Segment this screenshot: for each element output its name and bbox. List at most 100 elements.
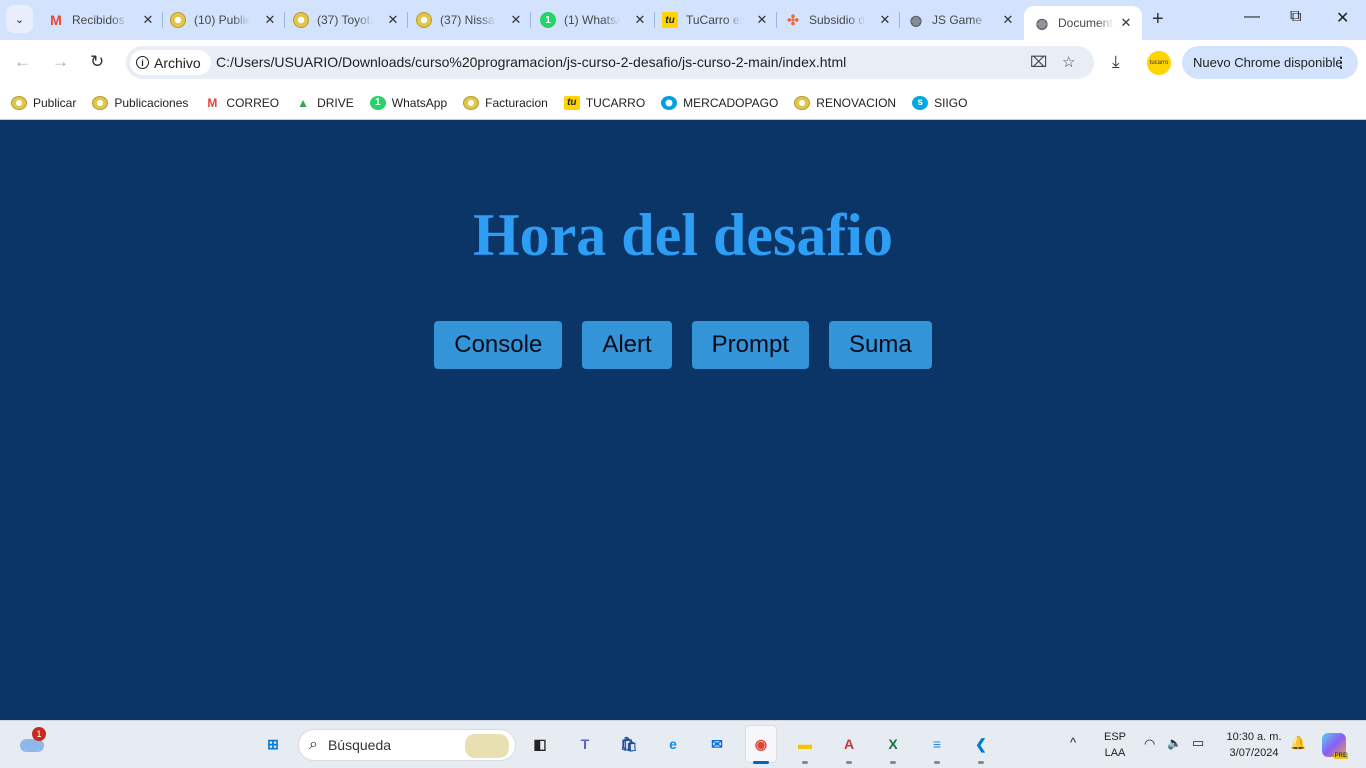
console-button[interactable]: Console	[434, 321, 563, 369]
tab-close-icon[interactable]: ✕	[754, 12, 770, 28]
store-taskbar-icon[interactable]: 🛍	[616, 731, 642, 757]
suma-button[interactable]: Suma	[829, 321, 932, 369]
tab-close-icon[interactable]: ✕	[632, 12, 648, 28]
tab[interactable]: (10) Publicaciones ✕	[170, 6, 278, 34]
tab[interactable]: M Recibidos ✕	[48, 6, 156, 34]
translate-icon[interactable]: ⌧	[1030, 53, 1047, 71]
update-chrome-button[interactable]: Nuevo Chrome disponible ⋮	[1182, 46, 1358, 79]
bookmark-publicar[interactable]: Publicar	[11, 95, 76, 110]
running-indicator	[890, 761, 896, 764]
mail-taskbar-icon[interactable]: ✉	[704, 731, 730, 757]
tab[interactable]: tu TuCarro en ✕	[662, 6, 770, 34]
notification-bell-icon[interactable]: 🔔	[1290, 735, 1306, 751]
clock[interactable]: 10:30 a. m. 3/07/2024	[1222, 729, 1286, 761]
restore-button[interactable]: ⧉	[1290, 8, 1301, 26]
page-content: Hora del desafio Console Alert Prompt Su…	[0, 121, 1366, 720]
url-text[interactable]: C:/Users/USUARIO/Downloads/curso%20progr…	[216, 54, 846, 70]
site-info-chip[interactable]: i Archivo	[130, 50, 211, 75]
task-view-taskbar-icon[interactable]: ◧	[527, 731, 553, 757]
forward-button[interactable]: →	[52, 52, 69, 72]
bookmark-publicaciones[interactable]: Publicaciones	[92, 95, 188, 110]
copilot-icon[interactable]: PRE	[1322, 733, 1348, 759]
tab-title: (1) WhatsApp	[564, 13, 620, 27]
volume-icon[interactable]: 🔈	[1167, 735, 1182, 751]
bookmark-label: MERCADOPAGO	[683, 95, 779, 110]
siigo-icon: s	[912, 95, 929, 110]
bookmark-siigo[interactable]: s SIIGO	[912, 95, 967, 110]
menu-dots-icon[interactable]: ⋮	[1334, 54, 1348, 71]
bookmark-correo[interactable]: M CORREO	[204, 96, 279, 110]
tab-close-icon[interactable]: ✕	[508, 12, 524, 28]
vscode-taskbar-icon[interactable]: ❮	[968, 731, 994, 757]
start-taskbar-icon[interactable]: ⊞	[260, 731, 286, 757]
bookmark-facturacion[interactable]: Facturacion	[463, 95, 548, 110]
chevron-up-icon[interactable]: ^	[1070, 735, 1076, 751]
bookmark-label: Facturacion	[485, 95, 548, 110]
tab-close-icon[interactable]: ✕	[1000, 12, 1016, 28]
bookmark-renovacion[interactable]: RENOVACION	[794, 95, 896, 110]
weather-widget[interactable]: 1	[20, 727, 46, 753]
address-bar[interactable]: i Archivo C:/Users/USUARIO/Downloads/cur…	[126, 46, 1094, 79]
tab-separator	[654, 12, 655, 28]
wifi-icon[interactable]: ◠	[1144, 736, 1155, 752]
tab-separator	[776, 12, 777, 28]
notepad-taskbar-icon[interactable]: ≡	[924, 731, 950, 757]
bookmark-tucarro[interactable]: tu TUCARRO	[563, 95, 645, 110]
tab[interactable]: (37) Toyota ✕	[293, 6, 401, 34]
tucarro-icon: tu	[662, 12, 678, 28]
subsidio-icon: ✣	[787, 11, 799, 28]
tucarro-icon: tu	[563, 95, 580, 110]
globe-icon: ◍	[1035, 14, 1049, 31]
excel-taskbar-icon[interactable]: X	[880, 731, 906, 757]
tab-close-icon[interactable]: ✕	[385, 12, 401, 28]
tab-title: (37) Toyota	[317, 13, 373, 27]
tab-title: (37) Nissan	[440, 13, 496, 27]
bookmark-mercadopago[interactable]: MERCADOPAGO	[661, 95, 779, 110]
battery-icon[interactable]: ▭	[1192, 735, 1204, 751]
reload-button[interactable]: ↻	[90, 52, 104, 72]
page-title: Hora del desafio	[473, 202, 893, 268]
bookmark-label: DRIVE	[317, 95, 354, 110]
language-indicator[interactable]: ESP LAA	[1100, 729, 1130, 761]
new-tab-button[interactable]: +	[1152, 8, 1164, 31]
handshake-icon	[11, 95, 27, 110]
handshake-icon	[293, 12, 309, 28]
tab-active[interactable]: ◍ Document ✕	[1024, 6, 1142, 40]
teams-taskbar-icon[interactable]: T	[572, 731, 598, 757]
access-taskbar-icon[interactable]: A	[836, 731, 862, 757]
notification-badge: 1	[32, 727, 46, 741]
tab-separator	[530, 12, 531, 28]
taskbar-search[interactable]: ⌕ Búsqueda	[298, 729, 516, 761]
tab[interactable]: (37) Nissan ✕	[416, 6, 524, 34]
drive-icon: ▲	[297, 95, 310, 110]
close-window-button[interactable]: ✕	[1336, 8, 1349, 28]
tab-close-icon[interactable]: ✕	[1118, 15, 1134, 31]
edge-taskbar-icon[interactable]: e	[660, 731, 686, 757]
tab-search-button[interactable]: ⌄	[6, 5, 33, 33]
download-icon[interactable]: ⤓	[1112, 52, 1120, 72]
file-explorer-taskbar-icon[interactable]: ▬	[792, 731, 818, 757]
tab-close-icon[interactable]: ✕	[140, 12, 156, 28]
bookmark-whatsapp[interactable]: 1 WhatsApp	[369, 95, 447, 110]
prompt-button[interactable]: Prompt	[691, 321, 810, 369]
tab[interactable]: 1 (1) WhatsApp ✕	[540, 6, 648, 34]
profile-avatar[interactable]: tucarro	[1147, 51, 1171, 75]
tab-close-icon[interactable]: ✕	[262, 12, 278, 28]
tab-title: JS Game	[932, 13, 983, 27]
tab[interactable]: ◍ JS Game ✕	[908, 6, 1016, 34]
minimize-button[interactable]: —	[1244, 8, 1260, 26]
tab-bar: ⌄ MRecibidos✕ (10) Publicaciones✕ (37) Toy…	[0, 0, 1366, 40]
language-label: ESP	[1103, 731, 1126, 743]
handshake-icon	[794, 95, 811, 110]
tab[interactable]: ✣ Subsidio de ✕	[785, 6, 893, 34]
running-indicator	[802, 761, 808, 764]
cloud-icon	[20, 739, 44, 752]
alert-button[interactable]: Alert	[582, 321, 672, 369]
tab-title: Document	[1058, 16, 1113, 30]
back-button[interactable]: ←	[14, 52, 31, 72]
update-label: Nuevo Chrome disponible	[1193, 55, 1343, 70]
tab-close-icon[interactable]: ✕	[877, 12, 893, 28]
bookmark-drive[interactable]: ▲ DRIVE	[295, 96, 354, 110]
chrome-taskbar-icon[interactable]: ◉	[745, 725, 777, 763]
bookmark-star-icon[interactable]: ☆	[1062, 53, 1075, 71]
